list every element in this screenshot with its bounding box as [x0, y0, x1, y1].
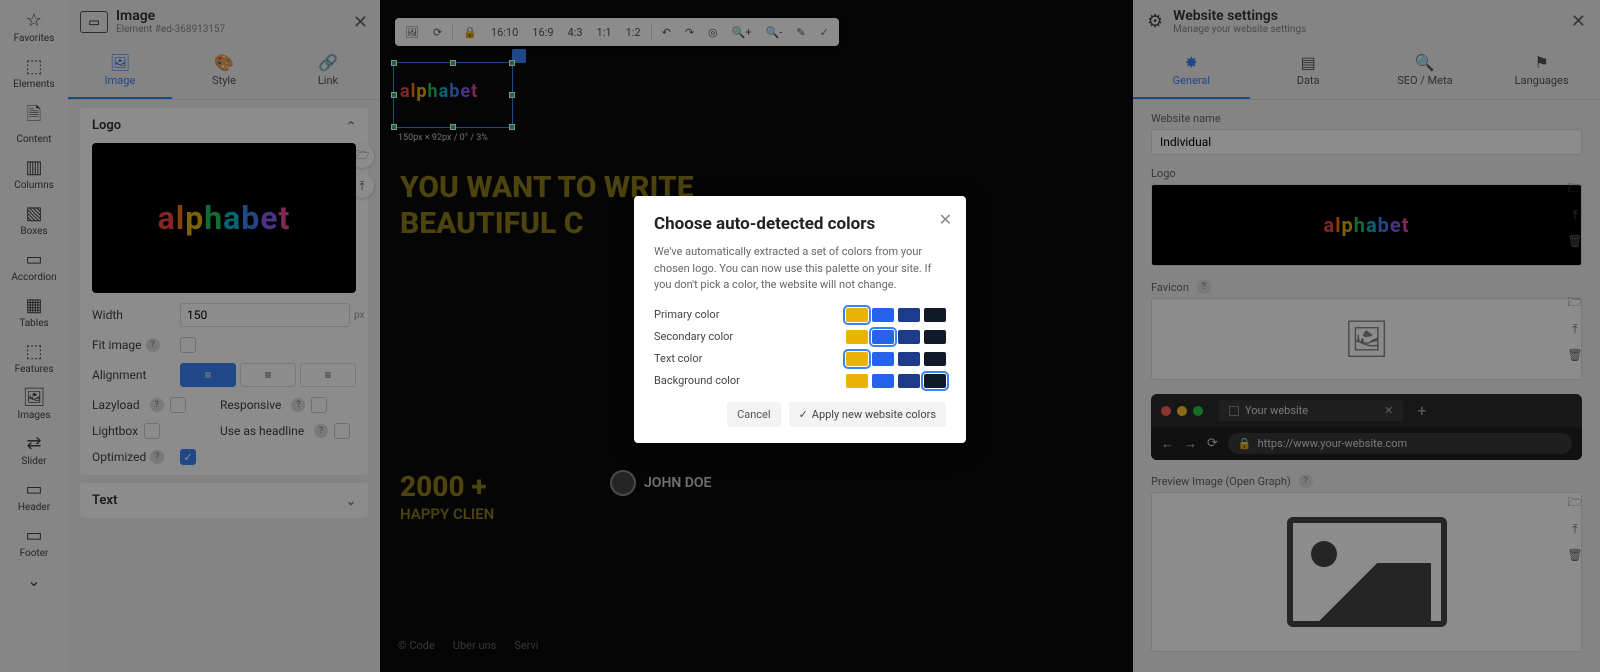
color-swatch[interactable] — [846, 352, 868, 366]
color-row: Secondary color — [654, 330, 946, 344]
color-swatch[interactable] — [898, 352, 920, 366]
color-swatch[interactable] — [924, 308, 946, 322]
color-row-label: Background color — [654, 374, 846, 387]
color-swatch[interactable] — [898, 330, 920, 344]
color-row-label: Primary color — [654, 308, 846, 321]
modal-description: We've automatically extracted a set of c… — [654, 244, 946, 294]
color-swatch[interactable] — [846, 374, 868, 388]
color-row: Primary color — [654, 308, 946, 322]
color-swatch[interactable] — [872, 308, 894, 322]
color-detection-modal: ✕ Choose auto-detected colors We've auto… — [634, 196, 966, 443]
color-swatch[interactable] — [872, 330, 894, 344]
color-row: Background color — [654, 374, 946, 388]
color-swatch[interactable] — [872, 374, 894, 388]
color-swatch[interactable] — [898, 374, 920, 388]
color-swatch[interactable] — [924, 374, 946, 388]
color-row: Text color — [654, 352, 946, 366]
check-icon: ✓ — [799, 408, 808, 421]
color-row-label: Secondary color — [654, 330, 846, 343]
close-modal-button[interactable]: ✕ — [939, 210, 952, 229]
color-swatch[interactable] — [898, 308, 920, 322]
color-swatch[interactable] — [924, 330, 946, 344]
apply-colors-button[interactable]: ✓ Apply new website colors — [789, 402, 946, 427]
color-swatch[interactable] — [846, 330, 868, 344]
color-row-label: Text color — [654, 352, 846, 365]
cancel-button[interactable]: Cancel — [727, 402, 780, 427]
modal-title: Choose auto-detected colors — [654, 214, 946, 234]
color-swatch[interactable] — [872, 352, 894, 366]
color-swatch[interactable] — [846, 308, 868, 322]
color-swatch[interactable] — [924, 352, 946, 366]
